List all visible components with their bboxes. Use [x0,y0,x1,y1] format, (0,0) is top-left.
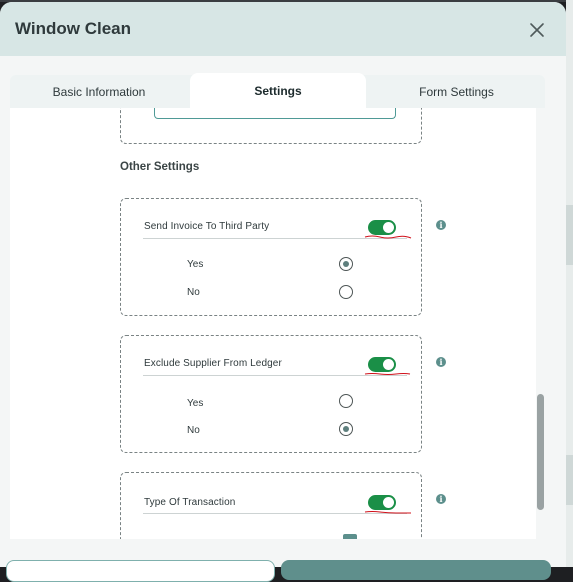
section-title: Other Settings [120,161,200,173]
tab-form-settings[interactable]: Form Settings [368,75,545,108]
tab-settings[interactable]: Settings [190,73,366,108]
settings-panel: Other Settings Send Invoice To Third Par… [10,108,545,539]
setting-label: Type Of Transaction [144,497,236,508]
send-invoice-yes-radio[interactable] [339,257,353,271]
secondary-footer-button[interactable] [6,560,275,582]
option-no-label: No [187,287,200,298]
previous-section-box [120,108,422,144]
type-of-transaction-toggle[interactable] [368,495,396,510]
send-invoice-no-radio[interactable] [339,285,353,299]
tab-bar: Basic Information Settings Form Settings [10,73,545,108]
primary-footer-button[interactable] [281,560,551,580]
annotation-underline [364,511,411,514]
add-new-button[interactable] [154,108,396,119]
option-yes-label: Yes [187,398,204,409]
annotation-underline [364,235,412,239]
info-icon[interactable]: i [436,494,446,504]
setting-card-send-invoice: Send Invoice To Third Party Yes No [120,198,422,316]
option-no-label: No [187,425,200,436]
info-icon[interactable]: i [436,220,446,230]
setting-label: Send Invoice To Third Party [144,221,270,232]
close-button[interactable] [526,19,548,41]
close-icon [530,23,544,37]
exclude-supplier-toggle[interactable] [368,357,396,372]
send-invoice-toggle[interactable] [368,220,396,235]
background-page-edge [566,0,573,567]
info-icon[interactable]: i [436,357,446,367]
scrollbar-thumb[interactable] [537,394,544,510]
modal-header: Window Clean [0,2,566,56]
modal-title: Window Clean [15,19,132,38]
setting-label: Exclude Supplier From Ledger [144,358,282,369]
modal-footer [0,539,566,582]
tab-basic-information[interactable]: Basic Information [10,75,188,108]
setting-card-type-of-transaction: Type Of Transaction [120,472,422,539]
exclude-supplier-yes-radio[interactable] [339,394,353,408]
option-yes-label: Yes [187,259,204,270]
exclude-supplier-no-radio[interactable] [339,422,353,436]
annotation-underline [364,373,411,375]
setting-card-exclude-supplier: Exclude Supplier From Ledger Yes No [120,335,422,453]
